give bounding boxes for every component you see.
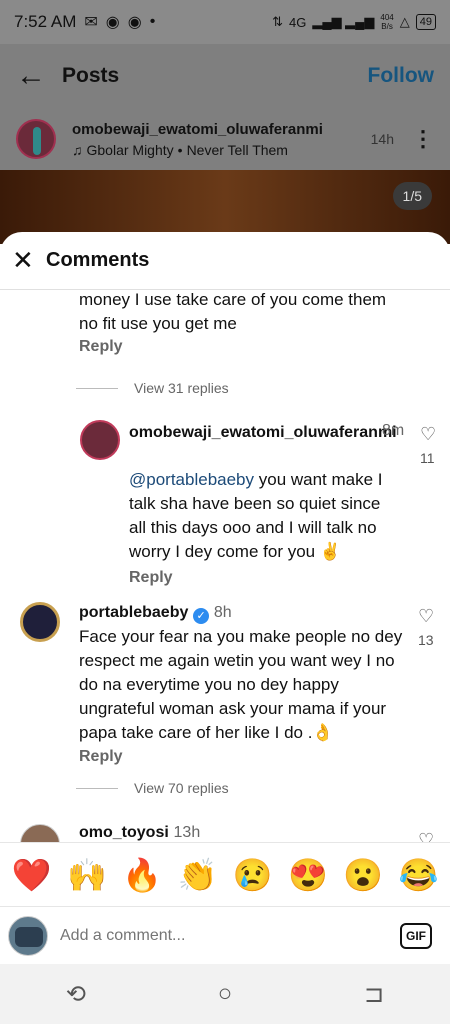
sheet-header: ✕ Comments — [0, 232, 450, 290]
comment-username[interactable]: omobewaji_ewatomi_oluwaferanmi — [129, 424, 397, 441]
comment-text: Face your fear na you make people no dey… — [79, 627, 403, 742]
data-transfer-icon: ⇅ — [272, 14, 284, 29]
follow-button[interactable]: Follow — [368, 64, 435, 88]
close-icon[interactable]: ✕ — [12, 245, 46, 276]
reply-button[interactable]: Reply — [129, 569, 173, 587]
comment-text: @portablebaeby you want make I talk sha … — [129, 468, 397, 564]
network-type: 4G — [289, 14, 307, 30]
back-arrow-icon[interactable]: ← — [16, 59, 52, 93]
commenter-avatar[interactable] — [20, 824, 60, 842]
battery-icon: 49 — [415, 14, 436, 30]
more-notifications-icon: • — [149, 13, 156, 30]
app-icon: ◉ — [127, 14, 142, 31]
comment-input[interactable] — [60, 926, 400, 945]
emoji-bar: ❤️ 🙌 🔥 👏 😢 😍 😮 😂 — [0, 842, 450, 906]
comment: portablebaeby ✓ 8h Face your fear na you… — [0, 600, 450, 765]
view-replies-button[interactable]: View 70 replies — [76, 780, 229, 796]
view-replies-label: View 70 replies — [134, 780, 229, 796]
comment-time: 8m — [382, 422, 405, 439]
clap-emoji-button[interactable]: 👏 — [174, 856, 220, 894]
like-count: 11 — [420, 450, 435, 466]
sheet-title: Comments — [46, 249, 150, 271]
post-header: ← Posts Follow — [0, 44, 450, 108]
recents-icon[interactable]: ⟲ — [66, 980, 86, 1009]
crying-emoji-button[interactable]: 😢 — [230, 856, 276, 894]
heart-icon[interactable]: ♡ — [418, 606, 434, 627]
music-info[interactable]: ♫ Gbolar Mighty • Never Tell Them — [72, 142, 323, 158]
comment-header: portablebaeby ✓ 8h — [79, 600, 399, 625]
back-icon[interactable]: ⊐ — [364, 980, 384, 1009]
comment-time: 8h — [213, 604, 232, 621]
divider-line — [76, 787, 118, 789]
comments-list[interactable]: money I use take care of you come them n… — [0, 290, 450, 842]
comment-text: money I use take care of you come them n… — [79, 290, 387, 333]
net-speed: 404 B/s — [380, 13, 394, 31]
author-avatar[interactable] — [16, 119, 56, 159]
song-title: Never Tell Them — [186, 141, 288, 158]
view-replies-label: View 31 replies — [134, 380, 229, 396]
surprised-emoji-button[interactable]: 😮 — [340, 856, 386, 894]
post-author-row: omobewaji_ewatomi_oluwaferanmi ♫ Gbolar … — [0, 108, 450, 170]
my-avatar — [8, 915, 48, 956]
comment-composer: GIF — [0, 906, 450, 964]
reply-button[interactable]: Reply — [79, 748, 123, 766]
home-icon[interactable]: ○ — [218, 980, 233, 1008]
commenter-avatar[interactable] — [80, 420, 120, 460]
view-replies-button[interactable]: View 31 replies — [76, 380, 229, 396]
status-time: 7:52 AM — [14, 12, 77, 31]
post-time: 14h — [370, 131, 394, 147]
music-note-icon: ♫ — [72, 141, 83, 158]
raised-hands-emoji-button[interactable]: 🙌 — [64, 856, 110, 894]
verified-badge-icon: ✓ — [193, 608, 210, 624]
comment-time: 13h — [173, 824, 201, 841]
signal-icon: ▂▄▆ ▂▄▆ — [312, 14, 375, 29]
comment-username[interactable]: portablebaeby — [79, 604, 188, 621]
vpn-icon: △ — [399, 14, 410, 29]
divider-line — [76, 387, 118, 389]
separator-dot: • — [177, 141, 183, 158]
heart-icon[interactable]: ♡ — [418, 830, 434, 842]
author-name[interactable]: omobewaji_ewatomi_oluwaferanmi — [72, 121, 323, 138]
comment-header: omo_toyosi 13h — [79, 820, 399, 842]
comment: omo_toyosi 13h ♡ — [0, 820, 450, 842]
reply-button[interactable]: Reply — [79, 338, 123, 356]
more-options-icon[interactable]: ⋮ — [412, 126, 434, 152]
comments-sheet: ✕ Comments money I use take care of you … — [0, 232, 450, 964]
notification-icon: ✉ — [84, 14, 98, 31]
app-icon: ◉ — [105, 14, 120, 31]
heart-emoji-button[interactable]: ❤️ — [9, 856, 55, 894]
comment-username[interactable]: omo_toyosi — [79, 824, 169, 841]
status-bar: 7:52 AM ✉ ◉ ◉ • ⇅ 4G ▂▄▆ ▂▄▆ 404 B/s △ 49 — [0, 0, 450, 44]
heart-eyes-emoji-button[interactable]: 😍 — [285, 856, 331, 894]
fire-emoji-button[interactable]: 🔥 — [119, 856, 165, 894]
like-count: 13 — [418, 632, 434, 648]
screen: { "status_bar": { "time": "7:52 AM", "ne… — [0, 0, 450, 1024]
commenter-avatar[interactable] — [20, 602, 60, 642]
mention-link[interactable]: @portablebaeby — [129, 470, 254, 489]
page-title: Posts — [62, 64, 120, 87]
system-nav-bar: ⟲ ○ ⊐ — [0, 964, 450, 1024]
comment-header: omobewaji_ewatomi_oluwaferanmi — [129, 420, 397, 445]
song-artist: Gbolar Mighty — [86, 141, 174, 158]
heart-icon[interactable]: ♡ — [420, 424, 436, 445]
image-counter: 1/5 — [392, 182, 432, 210]
laughing-emoji-button[interactable]: 😂 — [395, 856, 441, 894]
gif-button[interactable]: GIF — [400, 922, 432, 949]
comment-reply: omobewaji_ewatomi_oluwaferanmi 8m @porta… — [0, 420, 450, 590]
